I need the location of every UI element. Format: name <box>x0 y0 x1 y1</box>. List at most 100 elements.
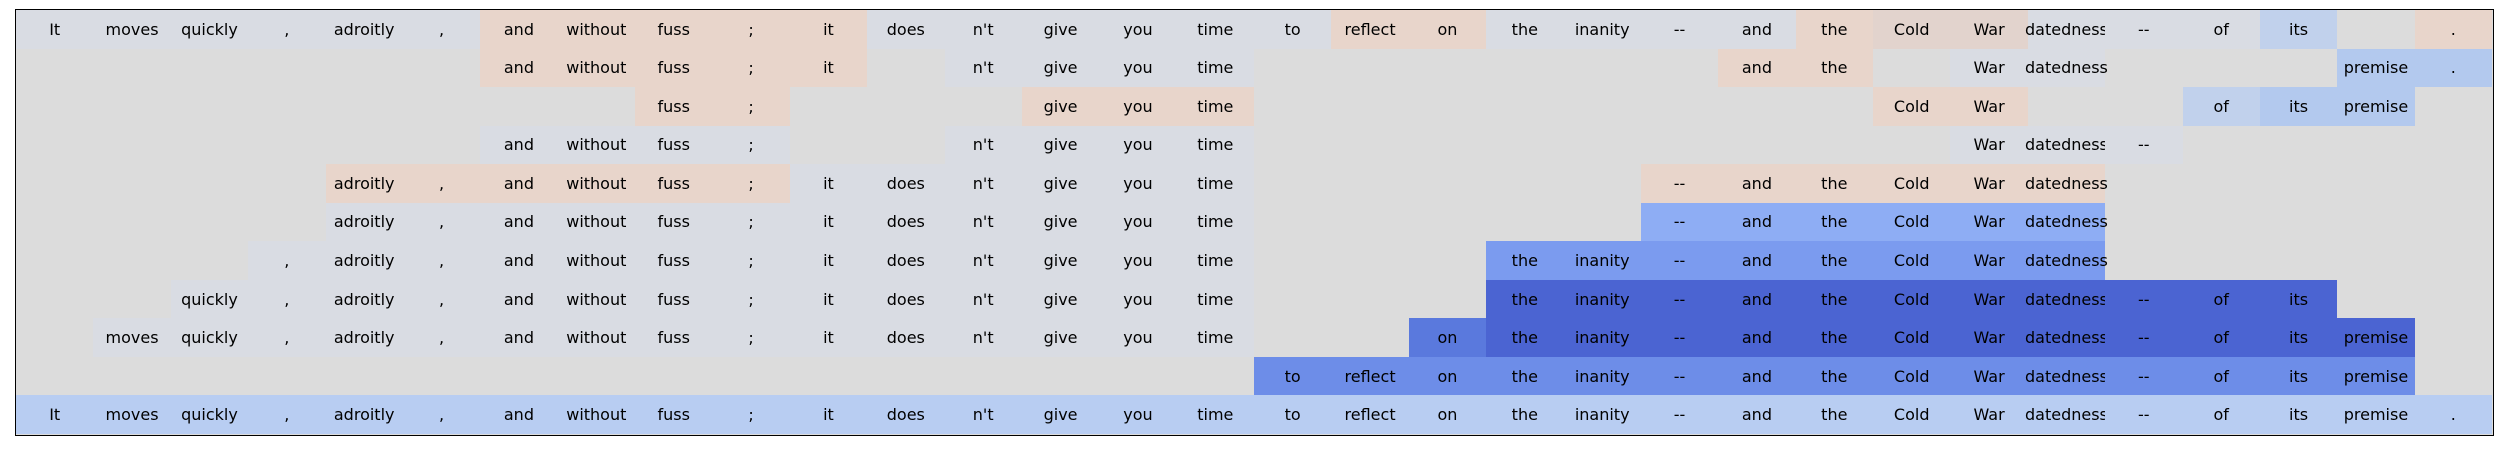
token-cell: premise <box>2337 318 2415 357</box>
token-cell: -- <box>1640 164 1719 203</box>
token-cell: moves <box>93 395 171 434</box>
token-cell: you <box>1099 164 1177 203</box>
token-cell: adroitly <box>325 318 403 357</box>
token-cell: without <box>557 241 635 280</box>
token-cell: you <box>1099 241 1177 280</box>
token-cell: of <box>2182 10 2260 49</box>
token-cell: the <box>1795 202 1873 242</box>
token-cell: , <box>248 241 326 280</box>
token-cell: give <box>1021 87 1100 126</box>
token-cell: . <box>2414 48 2492 88</box>
token-cell: the <box>1795 279 1873 319</box>
token-cell: and <box>1718 356 1796 396</box>
token-cell: it <box>789 241 868 280</box>
token-cell: datedness <box>2025 125 2108 165</box>
token-cell: and <box>1718 279 1796 319</box>
token-cell: give <box>1021 395 1100 434</box>
token-cell: give <box>1021 279 1100 319</box>
token-cell: datedness <box>2025 10 2108 49</box>
token-cell: fuss <box>635 10 713 49</box>
token-cell: premise <box>2337 87 2415 126</box>
token-cell: and <box>480 10 558 49</box>
token-cell: n't <box>944 48 1022 88</box>
token-cell: the <box>1486 10 1564 49</box>
token-cell: It <box>16 395 94 434</box>
token-cell: -- <box>1640 395 1719 434</box>
token-cell: without <box>557 395 635 434</box>
token-cell: War <box>1950 202 2028 242</box>
token-cell: -- <box>1640 241 1719 280</box>
token-cell: ; <box>712 10 790 49</box>
token-cell: n't <box>944 279 1022 319</box>
token-cell: ; <box>712 202 790 242</box>
token-cell: without <box>557 164 635 203</box>
token-cell: and <box>1718 395 1796 434</box>
token-cell: and <box>1718 48 1796 88</box>
token-cell: the <box>1795 164 1873 203</box>
token-cell: time <box>1176 125 1254 165</box>
token-cell: Cold <box>1873 164 1951 203</box>
token-cell: to <box>1254 395 1332 434</box>
token-cell: its <box>2259 87 2338 126</box>
token-cell: does <box>867 318 945 357</box>
token-cell: give <box>1021 10 1100 49</box>
token-cell: n't <box>944 395 1022 434</box>
token-cell: the <box>1795 48 1873 88</box>
token-cell: adroitly <box>325 279 403 319</box>
token-cell: -- <box>1640 202 1719 242</box>
token-cell: , <box>402 279 481 319</box>
token-cell: and <box>1718 202 1796 242</box>
token-cell: ; <box>712 164 790 203</box>
token-cell: fuss <box>635 202 713 242</box>
token-cell: n't <box>944 125 1022 165</box>
token-cell: give <box>1021 164 1100 203</box>
attribution-grid: It moves quickly, adroitly, and without fuss; i… <box>15 9 2494 436</box>
token-cell: of <box>2182 356 2260 396</box>
token-cell: its <box>2259 318 2338 357</box>
token-cell: inanity <box>1563 279 1641 319</box>
token-cell: and <box>480 241 558 280</box>
token-cell: you <box>1099 202 1177 242</box>
token-cell: quickly <box>170 318 249 357</box>
token-cell: Cold <box>1873 356 1951 396</box>
token-cell: -- <box>2105 395 2183 434</box>
token-cell: and <box>480 318 558 357</box>
token-cell: quickly <box>170 279 249 319</box>
token-cell: its <box>2259 356 2338 396</box>
token-cell: and <box>480 395 558 434</box>
token-cell: War <box>1950 395 2028 434</box>
token-cell: adroitly <box>325 10 403 49</box>
token-cell: you <box>1099 125 1177 165</box>
token-cell: give <box>1021 318 1100 357</box>
token-cell: -- <box>2105 125 2183 165</box>
token-cell: and <box>1718 164 1796 203</box>
token-cell: it <box>789 10 868 49</box>
token-cell: and <box>480 164 558 203</box>
token-cell: and <box>1718 241 1796 280</box>
token-cell: time <box>1176 10 1254 49</box>
token-cell: inanity <box>1563 395 1641 434</box>
token-cell: n't <box>944 318 1022 357</box>
token-cell: fuss <box>635 241 713 280</box>
token-cell: the <box>1486 356 1564 396</box>
token-cell: , <box>402 10 481 49</box>
token-cell: datedness <box>2025 202 2108 242</box>
token-cell: fuss <box>635 318 713 357</box>
token-cell: -- <box>2105 279 2183 319</box>
token-cell: of <box>2182 318 2260 357</box>
token-cell: you <box>1099 279 1177 319</box>
token-cell: datedness <box>2025 48 2108 88</box>
token-cell: to <box>1254 10 1332 49</box>
token-grid: It moves quickly, adroitly, and without fuss; i… <box>16 10 2493 435</box>
token-cell: ; <box>712 48 790 88</box>
token-cell: inanity <box>1563 241 1641 280</box>
token-cell: War <box>1950 164 2028 203</box>
token-cell: premise <box>2337 48 2415 88</box>
token-cell: , <box>402 318 481 357</box>
token-cell: Cold <box>1873 87 1951 126</box>
token-cell: datedness <box>2025 395 2108 434</box>
token-cell: fuss <box>635 87 713 126</box>
token-cell: inanity <box>1563 356 1641 396</box>
token-cell: to <box>1254 356 1332 396</box>
token-cell: the <box>1795 395 1873 434</box>
